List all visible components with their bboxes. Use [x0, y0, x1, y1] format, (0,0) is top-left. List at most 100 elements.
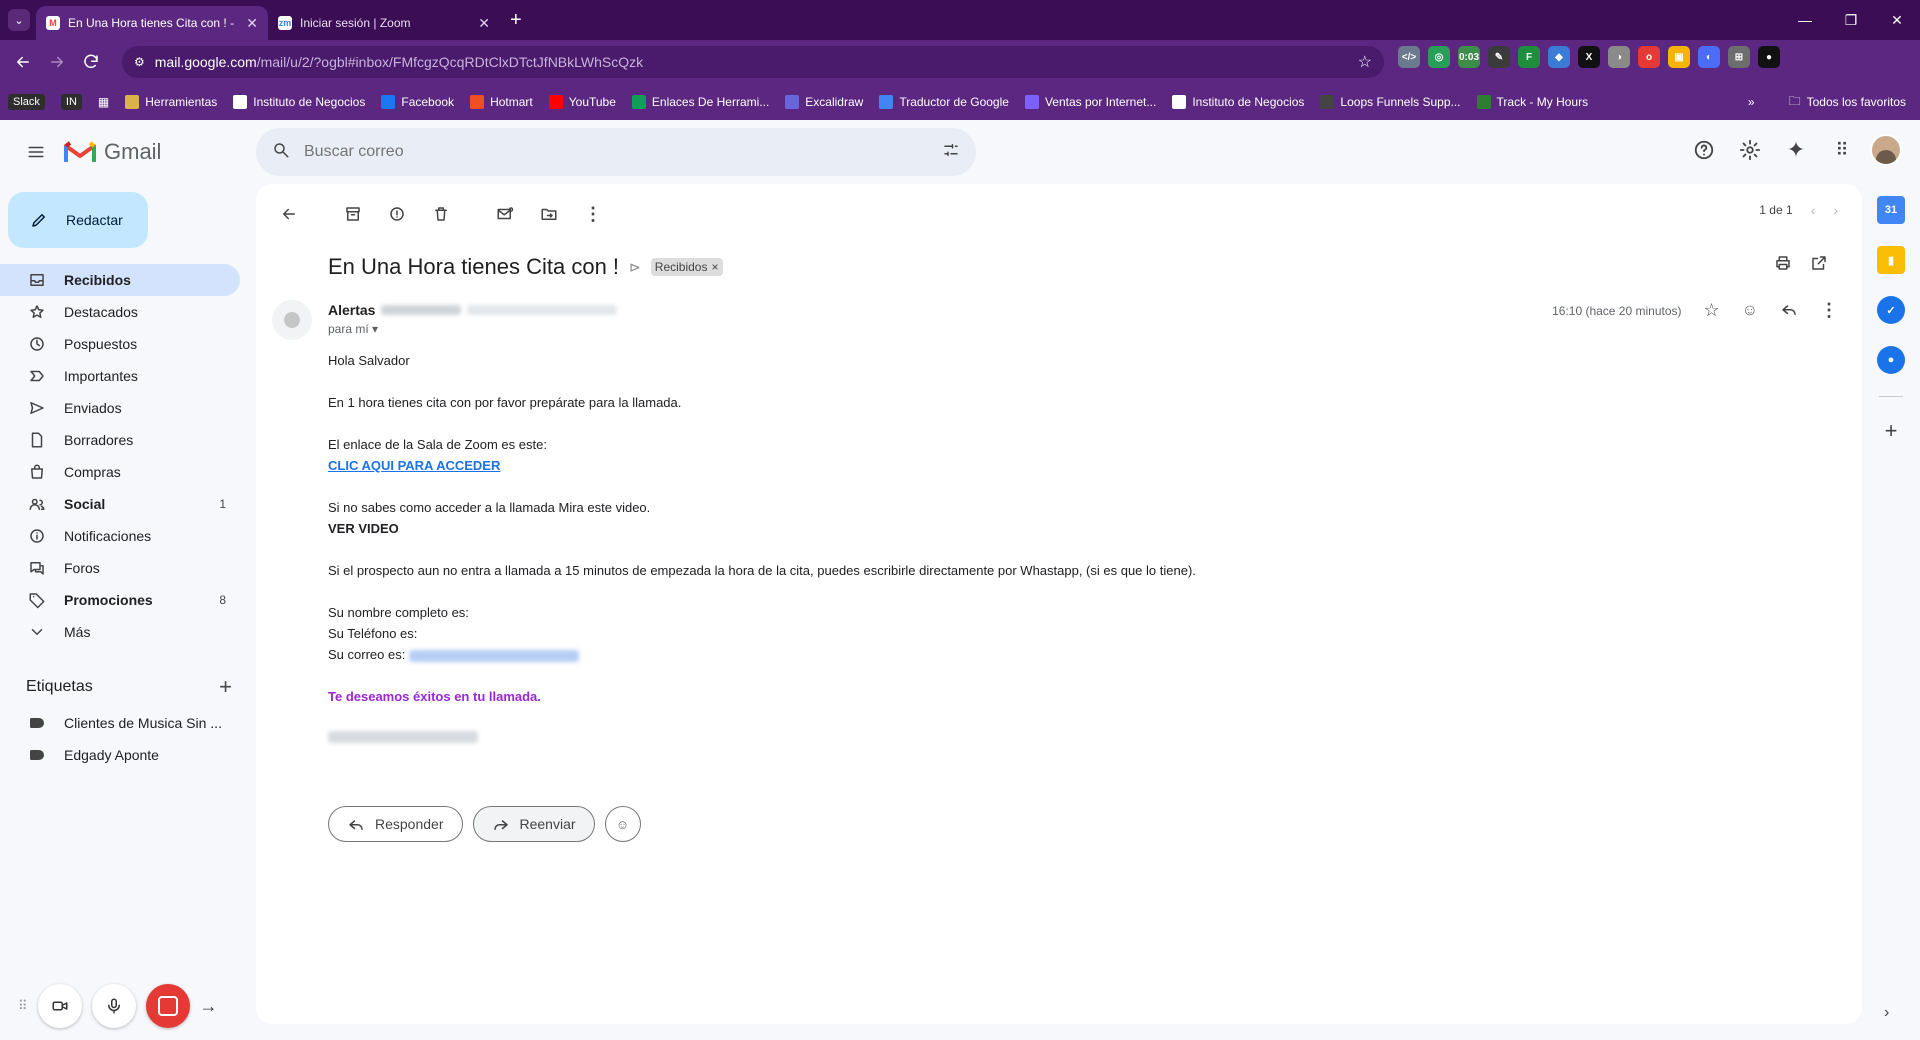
- bookmark-item[interactable]: Enlaces De Herrami...: [631, 95, 769, 109]
- sidebar-item-send[interactable]: Enviados: [0, 392, 240, 424]
- bookmark-item[interactable]: Instituto de Negocios: [1172, 95, 1304, 109]
- drag-handle-icon[interactable]: ⠿: [18, 998, 28, 1014]
- more-vert-icon[interactable]: ⋮: [576, 197, 610, 231]
- back-to-inbox-icon[interactable]: [272, 197, 306, 231]
- move-to-icon[interactable]: [532, 197, 566, 231]
- extension-icon[interactable]: o: [1638, 46, 1660, 68]
- archive-icon[interactable]: [336, 197, 370, 231]
- bookmark-item[interactable]: YouTube: [548, 95, 616, 109]
- sidebar-item-forum[interactable]: Foros: [0, 552, 240, 584]
- arrow-right-icon[interactable]: →: [200, 996, 218, 1017]
- extension-icon[interactable]: </>: [1398, 46, 1420, 68]
- zoom-room-link[interactable]: CLIC AQUI PARA ACCEDER: [328, 458, 500, 473]
- sidebar-item-tag[interactable]: Promociones 8: [0, 584, 240, 616]
- print-icon[interactable]: [1774, 254, 1792, 275]
- extension-icon[interactable]: ◐: [1698, 46, 1720, 68]
- close-tab-icon[interactable]: ✕: [246, 15, 258, 32]
- camera-icon[interactable]: [37, 984, 82, 1028]
- tab-search-button[interactable]: ⌄: [8, 9, 30, 31]
- emoji-react-icon[interactable]: ☺: [1742, 302, 1758, 320]
- reply-button[interactable]: Responder: [328, 806, 463, 842]
- omnibox[interactable]: ⚙ mail.google.com/mail/u/2/?ogbl#inbox/F…: [122, 46, 1384, 78]
- new-tab-button[interactable]: +: [510, 9, 522, 32]
- label-important-icon[interactable]: ⊳: [629, 259, 641, 276]
- more-bookmarks-icon[interactable]: »: [1748, 95, 1755, 109]
- search-bar[interactable]: [256, 128, 976, 176]
- sidebar-item-social[interactable]: Social 1: [0, 488, 240, 520]
- bookmark-slack[interactable]: Slack: [8, 94, 45, 110]
- search-options-icon[interactable]: [942, 141, 960, 164]
- account-avatar[interactable]: [1870, 134, 1902, 166]
- bookmark-item[interactable]: Instituto de Negocios: [233, 95, 365, 109]
- extension-icon[interactable]: X: [1578, 46, 1600, 68]
- calendar-icon[interactable]: 31: [1877, 196, 1905, 224]
- message-more-icon[interactable]: ⋮: [1820, 300, 1838, 321]
- bookmark-item[interactable]: Excalidraw: [785, 95, 863, 109]
- restore-button[interactable]: ❐: [1828, 0, 1874, 40]
- forward-button[interactable]: Reenviar: [472, 806, 595, 842]
- extension-icon[interactable]: ◎: [1428, 46, 1450, 68]
- reload-icon[interactable]: [74, 45, 108, 79]
- sidebar-item-inbox[interactable]: Recibidos: [0, 264, 240, 296]
- extension-icon[interactable]: ◆: [1548, 46, 1570, 68]
- label-item[interactable]: Edgady Aponte: [0, 739, 240, 771]
- extension-icon[interactable]: ⊞: [1728, 46, 1750, 68]
- bookmark-item[interactable]: Herramientas: [125, 95, 217, 109]
- close-tab-icon[interactable]: ✕: [478, 15, 490, 32]
- label-item[interactable]: Clientes de Musica Sin ...: [0, 707, 240, 739]
- mark-unread-icon[interactable]: [488, 197, 522, 231]
- close-window-button[interactable]: ✕: [1874, 0, 1920, 40]
- open-in-new-window-icon[interactable]: [1810, 254, 1828, 275]
- search-icon[interactable]: [272, 141, 290, 164]
- tasks-icon[interactable]: ✓: [1877, 296, 1905, 324]
- sidebar-item-star[interactable]: Destacados: [0, 296, 240, 328]
- reply-icon[interactable]: [1780, 300, 1798, 321]
- extension-icon[interactable]: ◑: [1608, 46, 1630, 68]
- emoji-reaction-button[interactable]: ☺: [604, 806, 641, 842]
- main-menu-icon[interactable]: [12, 128, 60, 176]
- newer-icon[interactable]: ‹: [1811, 202, 1816, 218]
- extension-icon[interactable]: 0:03: [1458, 46, 1480, 68]
- browser-tab[interactable]: zm Iniciar sesión | Zoom ✕: [268, 6, 500, 40]
- report-spam-icon[interactable]: [380, 197, 414, 231]
- bookmark-item[interactable]: Facebook: [381, 95, 454, 109]
- bookmark-in[interactable]: IN: [60, 94, 82, 110]
- gemini-sparkle-icon[interactable]: ✦: [1778, 132, 1814, 168]
- recipient-line[interactable]: para mí ▾: [328, 322, 378, 336]
- show-side-panel-icon[interactable]: ›: [1884, 1004, 1889, 1022]
- remove-label-icon[interactable]: ×: [711, 260, 718, 274]
- sidebar-item-important[interactable]: Importantes: [0, 360, 240, 392]
- older-icon[interactable]: ›: [1833, 202, 1838, 218]
- sidebar-item-bag[interactable]: Compras: [0, 456, 240, 488]
- bookmark-item[interactable]: Loops Funnels Supp...: [1320, 95, 1461, 109]
- extension-icon[interactable]: F: [1518, 46, 1540, 68]
- site-info-icon[interactable]: ⚙: [134, 55, 145, 69]
- video-link[interactable]: VER VIDEO: [328, 521, 399, 536]
- star-icon[interactable]: ☆: [1704, 300, 1720, 321]
- contacts-icon[interactable]: ●: [1877, 346, 1905, 374]
- get-addons-icon[interactable]: +: [1877, 417, 1905, 445]
- help-icon[interactable]: [1686, 132, 1722, 168]
- prospect-email-redacted[interactable]: [408, 649, 579, 662]
- bookmark-star-icon[interactable]: ☆: [1358, 52, 1372, 72]
- stop-recording-button[interactable]: [145, 984, 190, 1028]
- bookmark-item[interactable]: Ventas por Internet...: [1024, 95, 1156, 109]
- settings-gear-icon[interactable]: [1732, 132, 1768, 168]
- sidebar-item-clock[interactable]: Pospuestos: [0, 328, 240, 360]
- sidebar-item-draft[interactable]: Borradores: [0, 424, 240, 456]
- keep-icon[interactable]: ▮: [1877, 246, 1905, 274]
- all-bookmarks-link[interactable]: Todos los favoritos: [1807, 95, 1906, 109]
- browser-tab[interactable]: M En Una Hora tienes Cita con ! - ✕: [36, 6, 268, 40]
- bookmark-item[interactable]: Traductor de Google: [879, 95, 1009, 109]
- bookmark-item[interactable]: Hotmart: [470, 95, 533, 109]
- microphone-icon[interactable]: [91, 984, 136, 1028]
- extension-icon[interactable]: ▣: [1668, 46, 1690, 68]
- extension-icon[interactable]: ●: [1758, 46, 1780, 68]
- bookmark-item[interactable]: Track - My Hours: [1476, 95, 1588, 109]
- apps-grid-icon[interactable]: ▦: [98, 95, 109, 109]
- forward-icon[interactable]: [40, 45, 74, 79]
- compose-button[interactable]: Redactar: [8, 192, 148, 248]
- minimize-button[interactable]: —: [1782, 0, 1828, 40]
- google-apps-icon[interactable]: ⠿: [1824, 132, 1860, 168]
- search-input[interactable]: [304, 143, 942, 161]
